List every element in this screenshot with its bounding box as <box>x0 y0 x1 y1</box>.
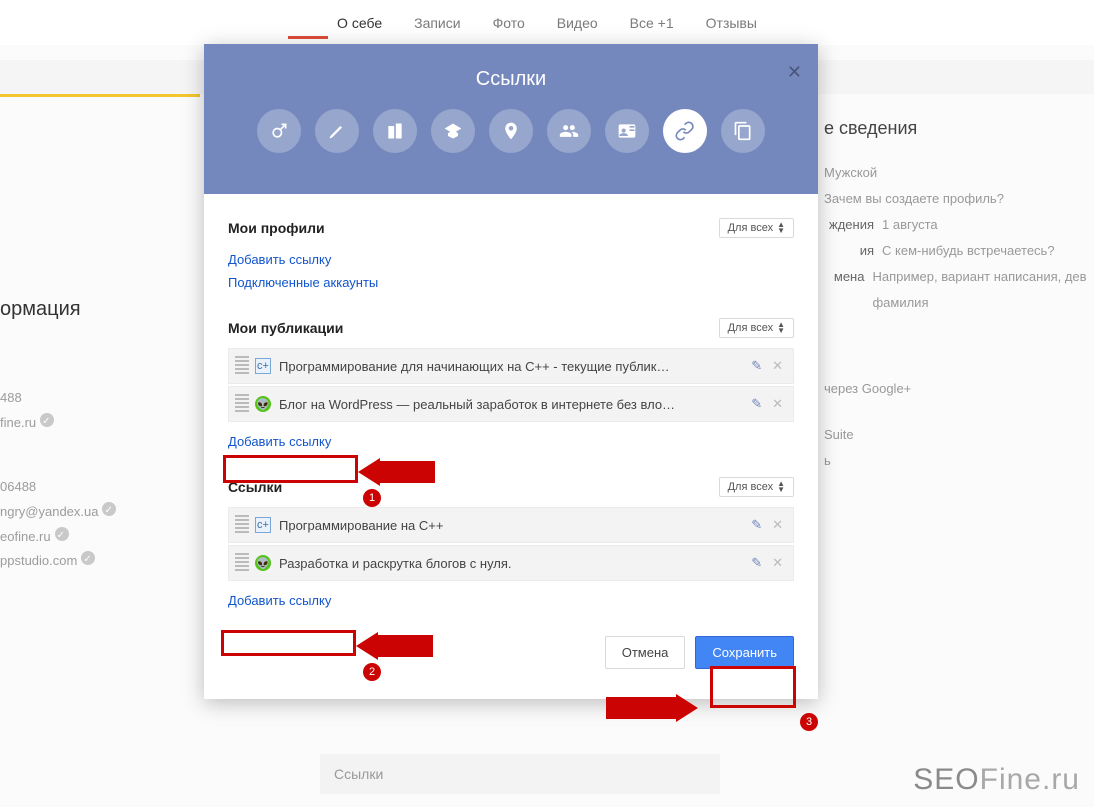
why-profile: Зачем вы создаете профиль? <box>824 186 1094 212</box>
site-link[interactable]: ppstudio.com <box>0 553 77 568</box>
annotation-box-3 <box>710 666 796 708</box>
visibility-selector[interactable]: Для всех▲▼ <box>719 477 794 497</box>
item-title: Программирование на C++ <box>279 518 741 533</box>
publications-section: Мои публикации Для всех▲▼ c+ Программиро… <box>228 318 794 453</box>
edit-icon[interactable]: ✎ <box>751 358 762 374</box>
publication-item[interactable]: 👽 Блог на WordPress — реальный заработок… <box>228 386 794 422</box>
tab-plusones[interactable]: Все +1 <box>630 15 674 31</box>
delete-icon[interactable]: ✕ <box>772 358 783 374</box>
favicon-icon: 👽 <box>255 555 271 571</box>
item-title: Разработка и раскрутка блогов с нуля. <box>279 556 741 571</box>
other-names: Например, вариант написания, дев фамилия <box>872 264 1094 316</box>
basic-info-panel: е сведения Мужской Зачем вы создаете про… <box>824 110 1094 474</box>
site-link[interactable]: fine.ru <box>0 415 36 430</box>
phone: 06488 <box>0 475 200 500</box>
verified-icon <box>40 413 54 427</box>
tab-photos[interactable]: Фото <box>493 15 525 31</box>
delete-icon[interactable]: ✕ <box>772 555 783 571</box>
education-icon[interactable] <box>431 109 475 153</box>
contact-icon[interactable] <box>605 109 649 153</box>
annotation-badge-2: 2 <box>363 663 381 681</box>
publication-item[interactable]: c+ Программирование для начинающих на C+… <box>228 348 794 384</box>
profiles-section: Мои профили Для всех▲▼ Добавить ссылку П… <box>228 218 794 294</box>
contact-info-panel: ормация 488 fine.ru 06488 ngry@yandex.ua… <box>0 290 200 574</box>
building-icon[interactable] <box>373 109 417 153</box>
birthday-value: 1 августа <box>882 212 938 238</box>
link-item[interactable]: c+ Программирование на C++ ✎ ✕ <box>228 507 794 543</box>
via-google: через Google+ <box>824 376 1094 402</box>
verified-icon <box>102 502 116 516</box>
gender-value: Мужской <box>824 160 1094 186</box>
add-profile-link[interactable]: Добавить ссылку <box>228 252 331 267</box>
links-label: Ссылки <box>320 754 720 794</box>
annotation-badge-3: 3 <box>800 713 818 731</box>
visibility-selector[interactable]: Для всех▲▼ <box>719 318 794 338</box>
links-section: Ссылки Для всех▲▼ c+ Программирование на… <box>228 477 794 612</box>
pencil-icon[interactable] <box>315 109 359 153</box>
visibility-selector[interactable]: Для всех▲▼ <box>719 218 794 238</box>
link-item[interactable]: 👽 Разработка и раскрутка блогов с нуля. … <box>228 545 794 581</box>
edit-icon[interactable]: ✎ <box>751 517 762 533</box>
profiles-title: Мои профили <box>228 220 325 236</box>
links-dialog: ✕ Ссылки Мои профили Для всех▲▼ Добавить… <box>204 44 818 699</box>
verified-icon <box>81 551 95 565</box>
relationship-value: С кем-нибудь встречаетесь? <box>882 238 1055 264</box>
top-nav: О себе Записи Фото Видео Все +1 Отзывы <box>0 0 1094 45</box>
drag-handle-icon[interactable] <box>235 394 249 414</box>
annotation-badge-1: 1 <box>363 489 381 507</box>
site-link[interactable]: eofine.ru <box>0 529 51 544</box>
suite-text: Suite <box>824 422 1094 448</box>
info-header: ормация <box>0 290 200 328</box>
close-icon[interactable]: ✕ <box>787 62 802 83</box>
verified-icon <box>55 527 69 541</box>
favicon-icon: 👽 <box>255 396 271 412</box>
connected-accounts-link[interactable]: Подключенные аккаунты <box>228 275 378 290</box>
share-text: ь <box>824 448 1094 474</box>
item-title: Программирование для начинающих на C++ -… <box>279 359 741 374</box>
edit-icon[interactable]: ✎ <box>751 396 762 412</box>
tab-posts[interactable]: Записи <box>414 15 460 31</box>
annotation-box-2 <box>221 630 356 656</box>
links-field-below: Ссылки <box>320 740 720 794</box>
delete-icon[interactable]: ✕ <box>772 517 783 533</box>
drag-handle-icon[interactable] <box>235 356 249 376</box>
cancel-button[interactable]: Отмена <box>605 636 686 669</box>
link-icon[interactable] <box>663 109 707 153</box>
email: ngry@yandex.ua <box>0 504 98 519</box>
phone: 488 <box>0 386 200 411</box>
watermark: SEOFine.ru <box>913 763 1080 797</box>
tab-reviews[interactable]: Отзывы <box>706 15 757 31</box>
copy-icon[interactable] <box>721 109 765 153</box>
tab-videos[interactable]: Видео <box>557 15 598 31</box>
edit-icon[interactable]: ✎ <box>751 555 762 571</box>
tab-about[interactable]: О себе <box>337 15 382 31</box>
favicon-icon: c+ <box>255 517 271 533</box>
relationship-icon[interactable] <box>547 109 591 153</box>
item-title: Блог на WordPress — реальный заработок в… <box>279 397 741 412</box>
publications-title: Мои публикации <box>228 320 343 336</box>
location-icon[interactable] <box>489 109 533 153</box>
drag-handle-icon[interactable] <box>235 553 249 573</box>
annotation-box-1 <box>223 455 358 483</box>
add-link-link[interactable]: Добавить ссылку <box>228 593 331 608</box>
gender-icon[interactable] <box>257 109 301 153</box>
dialog-title: Ссылки <box>204 68 818 91</box>
favicon-icon: c+ <box>255 358 271 374</box>
add-publication-link[interactable]: Добавить ссылку <box>228 434 331 449</box>
drag-handle-icon[interactable] <box>235 515 249 535</box>
basic-info-header: е сведения <box>824 110 1094 146</box>
save-button[interactable]: Сохранить <box>695 636 794 669</box>
delete-icon[interactable]: ✕ <box>772 396 783 412</box>
